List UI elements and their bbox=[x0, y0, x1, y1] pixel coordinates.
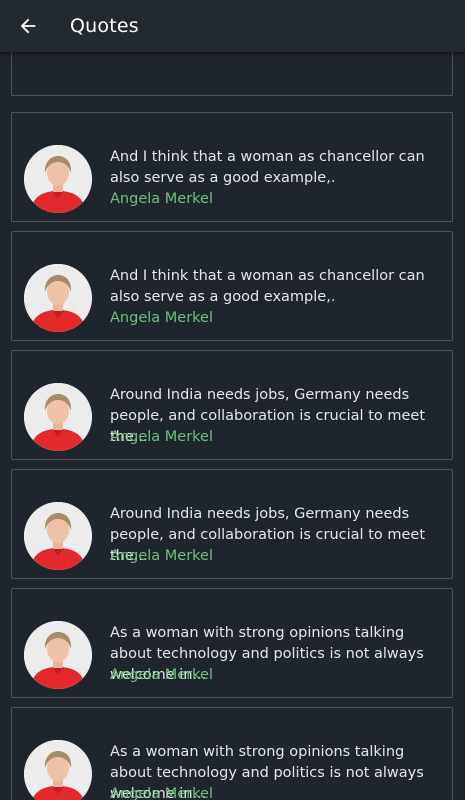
author-avatar bbox=[24, 264, 92, 332]
quote-author: Angela Merkel bbox=[110, 310, 213, 326]
quote-card-partial[interactable] bbox=[11, 52, 453, 96]
quote-text: And I think that a woman as chancellor c… bbox=[110, 268, 425, 305]
quote-card[interactable]: And I think that a woman as chancellor c… bbox=[11, 112, 453, 222]
author-avatar bbox=[24, 502, 92, 570]
author-avatar bbox=[24, 621, 92, 689]
quotes-list[interactable]: And I think that a woman as chancellor c… bbox=[0, 52, 465, 800]
quote-card[interactable]: And I think that a woman as chancellor c… bbox=[11, 231, 453, 341]
author-avatar bbox=[24, 740, 92, 800]
quotes-screen: Quotes And I think that a woman as chanc… bbox=[0, 0, 465, 800]
quote-text: And I think that a woman as chancellor c… bbox=[110, 149, 425, 186]
quote-author: Angela Merkel bbox=[110, 786, 213, 800]
author-avatar bbox=[24, 383, 92, 451]
page-title: Quotes bbox=[70, 15, 139, 37]
quote-card[interactable]: Around India needs jobs, Germany needs p… bbox=[11, 469, 453, 579]
back-button[interactable] bbox=[10, 8, 46, 44]
quote-card[interactable]: As a woman with strong opinions talking … bbox=[11, 707, 453, 800]
app-bar: Quotes bbox=[0, 0, 465, 52]
quote-author: Angela Merkel bbox=[110, 548, 213, 564]
quote-card[interactable]: As a woman with strong opinions talking … bbox=[11, 588, 453, 698]
quote-author: Angela Merkel bbox=[110, 191, 213, 207]
author-avatar bbox=[24, 145, 92, 213]
arrow-left-icon bbox=[20, 18, 36, 34]
quote-author: Angela Merkel bbox=[110, 429, 213, 445]
quote-card[interactable]: Around India needs jobs, Germany needs p… bbox=[11, 350, 453, 460]
quote-author: Angela Merkel bbox=[110, 667, 213, 683]
